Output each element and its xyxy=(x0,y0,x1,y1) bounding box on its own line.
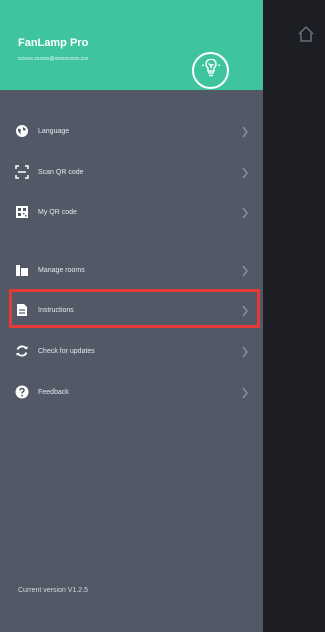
qr-scan-icon xyxy=(15,165,29,179)
chevron-right-icon xyxy=(241,166,249,179)
chevron-right-icon xyxy=(241,345,249,358)
menu-item-label: My QR code xyxy=(38,209,77,216)
chevron-right-icon xyxy=(241,386,249,399)
version-text: Current version V1.2.5 xyxy=(18,587,89,594)
qr-code-icon xyxy=(15,205,29,219)
menu-item-manage-rooms[interactable]: Manage rooms xyxy=(0,250,263,290)
app-name: FanLamp Pro xyxy=(18,37,89,49)
menu-item-feedback[interactable]: Feedback xyxy=(0,372,263,412)
chevron-right-icon xyxy=(241,125,249,138)
fan-lamp-icon[interactable] xyxy=(192,52,229,89)
account-email: xxxxxx.xxxxxx@xxxxxxxxxx.xxx xyxy=(18,56,89,62)
rooms-icon xyxy=(15,263,29,277)
menu-item-label: Scan QR code xyxy=(38,169,84,176)
drawer-header: FanLamp Pro xxxxxx.xxxxxx@xxxxxxxxxx.xxx xyxy=(0,0,263,90)
menu-item-language[interactable]: Language xyxy=(0,111,263,151)
menu-item-label: Feedback xyxy=(38,389,69,396)
menu-item-label: Language xyxy=(38,128,70,135)
home-icon[interactable] xyxy=(297,24,315,44)
chevron-right-icon xyxy=(241,264,249,277)
chevron-right-icon xyxy=(241,206,249,219)
question-icon xyxy=(15,385,29,399)
menu-item-check-updates[interactable]: Check for updates xyxy=(0,331,263,371)
navigation-drawer: FanLamp Pro xxxxxx.xxxxxx@xxxxxxxxxx.xxx… xyxy=(0,0,263,632)
menu-item-my-qr[interactable]: My QR code xyxy=(0,192,263,232)
document-icon xyxy=(15,303,29,317)
menu-item-instructions[interactable]: Instructions xyxy=(0,290,263,330)
menu-item-label: Manage rooms xyxy=(38,267,85,274)
globe-icon xyxy=(15,124,29,138)
chevron-right-icon xyxy=(241,304,249,317)
refresh-icon xyxy=(15,344,29,358)
menu-item-label: Check for updates xyxy=(38,348,95,355)
menu-item-label: Instructions xyxy=(38,307,74,314)
menu-item-scan-qr[interactable]: Scan QR code xyxy=(0,152,263,192)
